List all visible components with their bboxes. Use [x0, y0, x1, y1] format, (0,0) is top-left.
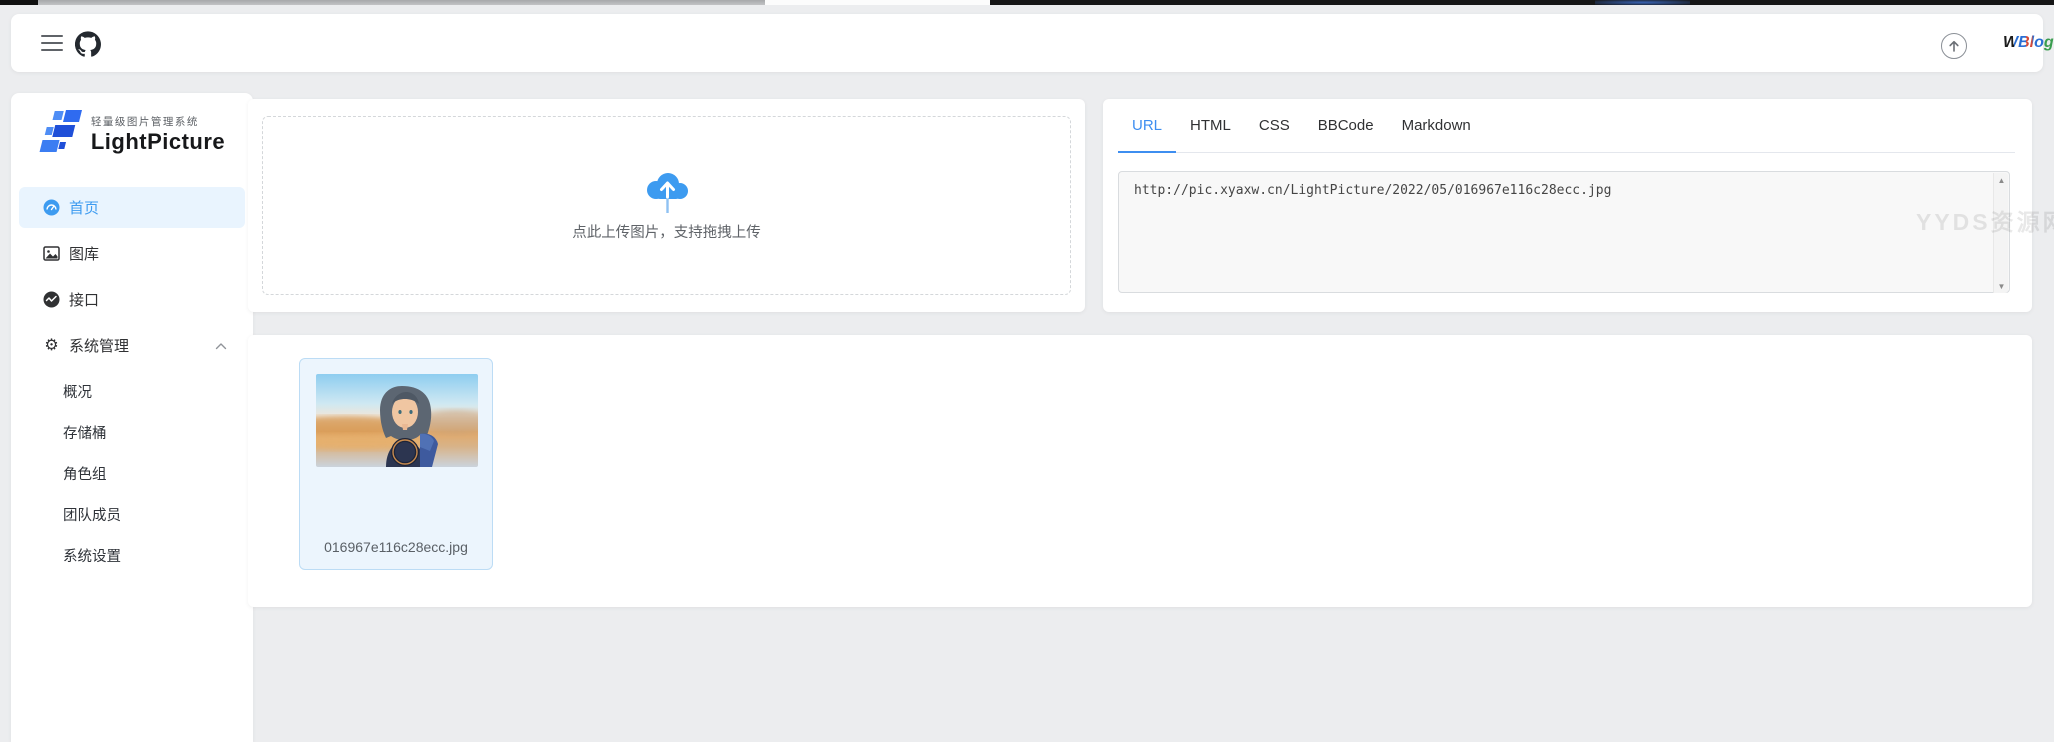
hamburger-menu-icon[interactable] — [41, 35, 63, 51]
upload-hint-text: 点此上传图片，支持拖拽上传 — [572, 225, 761, 241]
tab-css[interactable]: CSS — [1245, 99, 1304, 153]
image-url-text: http://pic.xyaxw.cn/LightPicture/2022/05… — [1134, 183, 1612, 198]
share-tabs: URL HTML CSS BBCode Markdown — [1118, 99, 2015, 153]
scroll-top-button[interactable] — [1941, 33, 1967, 59]
scroll-up-arrow-icon[interactable]: ▲ — [1994, 173, 2009, 187]
lightpicture-logo-icon — [39, 110, 82, 152]
sidebar-item-home[interactable]: 首页 — [19, 187, 245, 228]
strip-segment — [0, 0, 38, 5]
gallery-panel: 016967e116c28ecc.jpg — [248, 335, 2032, 607]
sidebar-item-label: 系统管理 — [69, 338, 130, 355]
sidebar-item-label: 首页 — [69, 200, 100, 217]
header-bar: WBlog — [11, 14, 2054, 72]
cloud-upload-icon — [646, 173, 688, 213]
tab-url[interactable]: URL — [1118, 99, 1177, 153]
sidebar-subitem-team[interactable]: 团队成员 — [19, 494, 245, 535]
tab-bbcode[interactable]: BBCode — [1304, 99, 1388, 153]
link-textarea[interactable]: http://pic.xyaxw.cn/LightPicture/2022/05… — [1118, 171, 2010, 293]
sidebar-subitem-overview[interactable]: 概况 — [19, 371, 245, 412]
gallery-icon — [43, 245, 60, 262]
sidebar-item-label: 接口 — [69, 292, 100, 309]
sidebar-menu: 首页 图库 接口 ⚙ 系统管理 概况 存储桶 角色组 团队成员 系统设置 — [19, 187, 245, 576]
image-card[interactable]: 016967e116c28ecc.jpg — [299, 358, 493, 570]
app-title: LightPicture — [90, 128, 226, 154]
upload-panel: 点此上传图片，支持拖拽上传 — [248, 99, 1085, 312]
app-subtitle: 轻量级图片管理系统 — [90, 115, 199, 128]
scroll-down-arrow-icon[interactable]: ▼ — [1994, 279, 2009, 293]
image-filename: 016967e116c28ecc.jpg — [324, 539, 468, 555]
strip-segment — [38, 0, 765, 5]
site-watermark: YYDS资源网 — [1916, 209, 2054, 235]
api-icon — [43, 291, 60, 308]
upload-dropzone[interactable]: 点此上传图片，支持拖拽上传 — [262, 116, 1071, 295]
sidebar-item-label: 图库 — [69, 246, 100, 263]
sidebar-subitem-roles[interactable]: 角色组 — [19, 453, 245, 494]
sidebar-subitem-settings[interactable]: 系统设置 — [19, 535, 245, 576]
github-icon[interactable] — [74, 31, 101, 57]
strip-segment — [1595, 0, 1690, 5]
share-link-panel: URL HTML CSS BBCode Markdown http://pic.… — [1103, 99, 2032, 312]
image-thumbnail[interactable] — [316, 374, 478, 467]
strip-segment — [990, 0, 2054, 5]
user-blog-logo[interactable]: WBlog — [2003, 34, 2054, 52]
sidebar: 轻量级图片管理系统 LightPicture 首页 图库 接口 ⚙ 系统管理 概… — [11, 93, 253, 742]
gear-icon: ⚙ — [44, 336, 59, 354]
strip-segment — [765, 0, 990, 5]
sidebar-item-api[interactable]: 接口 — [19, 279, 245, 320]
dashboard-icon — [43, 199, 60, 216]
tab-markdown[interactable]: Markdown — [1388, 99, 1485, 153]
tab-html[interactable]: HTML — [1176, 99, 1245, 153]
browser-top-strip — [0, 0, 2054, 5]
app-logo: 轻量级图片管理系统 LightPicture — [11, 110, 253, 158]
chevron-up-icon — [215, 337, 227, 354]
sidebar-item-system[interactable]: ⚙ 系统管理 — [19, 325, 245, 366]
sidebar-item-gallery[interactable]: 图库 — [19, 233, 245, 274]
sidebar-subitem-buckets[interactable]: 存储桶 — [19, 412, 245, 453]
